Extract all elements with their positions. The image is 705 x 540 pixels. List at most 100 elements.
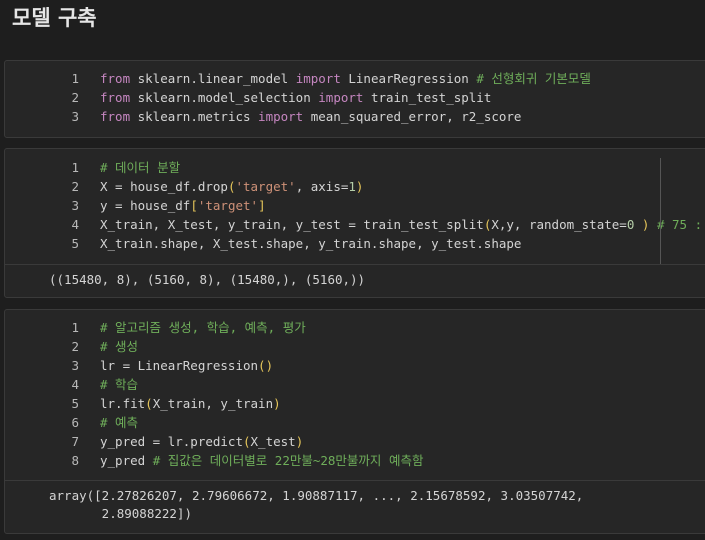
line-number: 4 (71, 217, 79, 232)
code-token: ) (295, 434, 304, 449)
code-text[interactable]: from sklearn.model_selection import trai… (100, 88, 491, 107)
line-number: 7 (71, 434, 79, 449)
code-line[interactable]: 3 from sklearn.metrics import mean_square… (5, 107, 705, 126)
code-token: ) (273, 396, 281, 411)
code-text[interactable]: # 학습 (100, 375, 138, 394)
code-cell-split[interactable]: 1 # 데이터 분할 2 X = house_df.drop('target', ax… (4, 148, 705, 298)
code-token: from (100, 90, 131, 105)
code-token: # 생성 (100, 339, 139, 354)
code-token: import (258, 109, 304, 124)
code-line[interactable]: 5 X_train.shape, X_test.shape, y_train.sh… (5, 234, 705, 253)
code-token: # 선형회귀 기본모델 (476, 71, 591, 86)
code-token: lr.fit (100, 396, 146, 411)
line-number: 2 (71, 90, 79, 105)
code-token: 'target' (235, 179, 296, 194)
cell-output: array([2.27826207, 2.79606672, 1.9088711… (5, 480, 705, 540)
code-token: from (100, 109, 131, 124)
code-token: from (100, 71, 131, 86)
code-line[interactable]: 8 y_pred # 집값은 데이터별로 22만불~28만불까지 예측함 (5, 451, 705, 470)
code-token: 1 (348, 179, 356, 194)
code-token: [ (190, 198, 198, 213)
code-line[interactable]: 2 from sklearn.model_selection import tra… (5, 88, 705, 107)
line-number: 3 (71, 109, 79, 124)
code-token: X_train, X_test, y_train, y_test = train… (100, 217, 484, 232)
code-line[interactable]: 1 # 데이터 분할 (5, 158, 705, 177)
code-line[interactable]: 3 lr = LinearRegression() (5, 356, 705, 375)
code-token: # 집값은 데이터별로 22만불~28만불까지 예측함 (152, 453, 424, 468)
code-token: y_pred (100, 453, 153, 468)
cell-code[interactable]: 1 # 데이터 분할 2 X = house_df.drop('target', ax… (5, 149, 705, 264)
line-number: 5 (71, 236, 79, 251)
code-token: X_train.shape, X_test.shape, y_train.sha… (100, 236, 522, 251)
code-token: sklearn.model_selection (130, 90, 319, 105)
code-token: , axis= (295, 179, 349, 194)
code-token: y_pred = lr.predict (100, 434, 243, 449)
line-number: 8 (71, 453, 79, 468)
code-token: # 데이터 분할 (100, 160, 181, 175)
code-text[interactable]: lr.fit(X_train, y_train) (100, 394, 281, 413)
code-token: ) (355, 179, 364, 194)
line-number: 4 (71, 377, 79, 392)
code-token: 'target' (197, 198, 259, 213)
code-line[interactable]: 5 lr.fit(X_train, y_train) (5, 394, 705, 413)
line-number: 2 (71, 339, 79, 354)
code-text[interactable]: X_train, X_test, y_train, y_test = train… (100, 215, 705, 234)
cell-output: ((15480, 8), (5160, 8), (15480,), (5160,… (5, 264, 705, 297)
code-line[interactable]: 7 y_pred = lr.predict(X_test) (5, 432, 705, 451)
code-token: ( (243, 434, 251, 449)
code-token: ( (145, 396, 153, 411)
code-token: X = house_df.drop (100, 179, 228, 194)
code-line[interactable]: 6 # 예측 (5, 413, 705, 432)
line-number: 3 (71, 358, 79, 373)
code-token: sklearn.linear_model (130, 71, 296, 86)
line-number: 1 (71, 160, 79, 175)
code-line[interactable]: 4 X_train, X_test, y_train, y_test = trai… (5, 215, 705, 234)
code-text[interactable]: # 알고리즘 생성, 학습, 예측, 평가 (100, 318, 306, 337)
code-token: import (318, 90, 364, 105)
code-token: # 알고리즘 생성, 학습, 예측, 평가 (100, 320, 306, 335)
code-text[interactable]: from sklearn.linear_model import LinearR… (100, 69, 591, 88)
code-text[interactable]: X = house_df.drop('target', axis=1) (100, 177, 363, 196)
code-text[interactable]: # 생성 (100, 337, 138, 356)
cell-code[interactable]: 1 from sklearn.linear_model import Linear… (5, 61, 705, 126)
code-line[interactable]: 3 y = house_df['target'] (5, 196, 705, 215)
code-text[interactable]: y_pred = lr.predict(X_test) (100, 432, 303, 451)
code-text[interactable]: y = house_df['target'] (100, 196, 266, 215)
code-text[interactable]: X_train.shape, X_test.shape, y_train.sha… (100, 234, 521, 253)
code-cell-model[interactable]: 1 # 알고리즘 생성, 학습, 예측, 평가 2 # 생성 3 lr = LinearR… (4, 309, 705, 534)
code-text[interactable]: from sklearn.metrics import mean_squared… (100, 107, 521, 126)
code-token: y = house_df (100, 198, 191, 213)
code-line[interactable]: 2 # 생성 (5, 337, 705, 356)
line-number: 6 (71, 415, 79, 430)
code-token: # 예측 (100, 415, 139, 430)
code-line[interactable]: 2 X = house_df.drop('target', axis=1) (5, 177, 705, 196)
code-token: X_train, y_train (152, 396, 274, 411)
code-text[interactable]: # 데이터 분할 (100, 158, 180, 177)
code-token: mean_squared_error, r2_score (303, 109, 522, 124)
code-cell-imports[interactable]: 1 from sklearn.linear_model import Linear… (4, 60, 705, 138)
code-text[interactable]: y_pred # 집값은 데이터별로 22만불~28만불까지 예측함 (100, 451, 423, 470)
code-text[interactable]: # 예측 (100, 413, 138, 432)
code-token: X_test (250, 434, 296, 449)
code-text[interactable]: lr = LinearRegression() (100, 356, 273, 375)
code-token: X,y, random_state= (491, 217, 627, 232)
code-token: sklearn.metrics (130, 109, 259, 124)
code-token: LinearRegression (340, 71, 477, 86)
code-token: # 학습 (100, 377, 139, 392)
line-number: 1 (71, 320, 79, 335)
line-number: 1 (71, 71, 79, 86)
code-token: lr = LinearRegression (100, 358, 259, 373)
code-line[interactable]: 1 # 알고리즘 생성, 학습, 예측, 평가 (5, 318, 705, 337)
cell-code[interactable]: 1 # 알고리즘 생성, 학습, 예측, 평가 2 # 생성 3 lr = LinearR… (5, 310, 705, 480)
code-token: ] (258, 198, 266, 213)
code-token: train_test_split (363, 90, 492, 105)
section-heading: 모델 구축 (12, 6, 97, 30)
code-line[interactable]: 1 from sklearn.linear_model import Linear… (5, 69, 705, 88)
code-line[interactable]: 4 # 학습 (5, 375, 705, 394)
code-token: import (295, 71, 341, 86)
line-number: 3 (71, 198, 79, 213)
line-number: 2 (71, 179, 79, 194)
line-number: 5 (71, 396, 79, 411)
